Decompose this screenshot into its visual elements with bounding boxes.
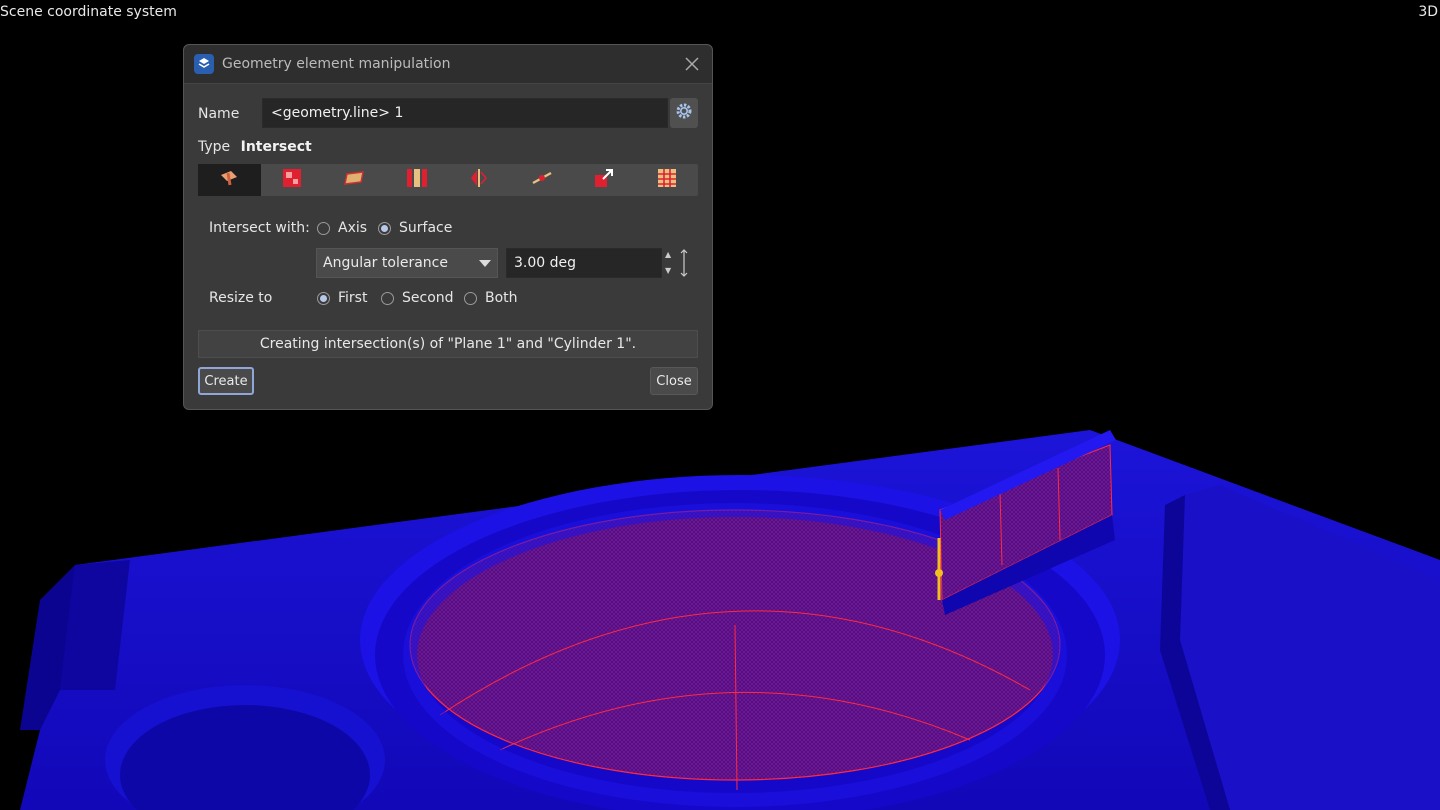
scene-coordinate-label: Scene coordinate system <box>0 4 177 20</box>
status-message: Creating intersection(s) of "Plane 1" an… <box>198 330 698 358</box>
intersect-with-label: Intersect with: <box>209 220 310 236</box>
grid-icon <box>656 168 678 192</box>
radio-axis[interactable]: Axis <box>317 220 367 236</box>
radio-surface-dot[interactable] <box>378 221 391 235</box>
line-through-icon <box>531 169 553 191</box>
tool-mirror[interactable] <box>448 164 511 196</box>
type-label: Type <box>198 139 231 155</box>
tool-plane[interactable] <box>323 164 386 196</box>
radio-both-dot[interactable] <box>464 291 477 305</box>
spin-down-icon[interactable]: ▼ <box>665 266 675 276</box>
type-value: Intersect <box>240 139 312 155</box>
tool-grid[interactable] <box>636 164 699 196</box>
view-mode-label[interactable]: 3D <box>1418 4 1438 20</box>
tolerance-value-input[interactable]: 3.00 deg <box>506 248 662 278</box>
tool-columns[interactable] <box>386 164 449 196</box>
radio-surface[interactable]: Surface <box>378 220 452 236</box>
radio-second-label: Second <box>402 290 454 306</box>
plane-icon <box>343 170 365 190</box>
chevron-down-icon <box>479 259 491 267</box>
tool-intersect[interactable] <box>198 164 261 196</box>
intersect-icon <box>219 169 239 191</box>
spin-up-icon[interactable]: ▲ <box>665 250 675 260</box>
type-row: Type Intersect <box>198 139 312 155</box>
radio-first[interactable]: First <box>317 290 367 306</box>
radio-first-dot[interactable] <box>317 291 330 305</box>
columns-icon <box>405 168 429 192</box>
tolerance-type-value: Angular tolerance <box>323 255 448 271</box>
mirror-icon <box>469 168 489 192</box>
radio-axis-label: Axis <box>338 220 368 236</box>
tool-squares[interactable] <box>261 164 324 196</box>
resize-to-label: Resize to <box>209 290 273 306</box>
tool-resize[interactable] <box>573 164 636 196</box>
geometry-manipulation-dialog: Geometry element manipulation Name <geom… <box>183 44 713 410</box>
tolerance-stepper[interactable]: ▲ ▼ <box>665 250 675 276</box>
gear-icon <box>675 102 693 124</box>
part-right-block <box>1180 485 1440 810</box>
tool-line-through[interactable] <box>511 164 574 196</box>
radio-both[interactable]: Both <box>464 290 518 306</box>
create-button[interactable]: Create <box>198 367 254 395</box>
resize-icon <box>594 168 614 192</box>
name-input[interactable]: <geometry.line> 1 <box>262 98 668 128</box>
radio-both-label: Both <box>485 290 518 306</box>
squares-icon <box>282 168 302 192</box>
app-logo-icon <box>194 54 214 74</box>
operation-toolbar <box>198 164 698 196</box>
name-label: Name <box>198 106 240 122</box>
radio-surface-label: Surface <box>399 220 453 236</box>
radio-axis-dot[interactable] <box>317 221 330 235</box>
close-icon[interactable] <box>682 54 702 74</box>
radio-second[interactable]: Second <box>381 290 454 306</box>
tolerance-type-select[interactable]: Angular tolerance <box>316 248 498 278</box>
range-icon[interactable] <box>679 248 689 282</box>
dialog-title: Geometry element manipulation <box>222 56 451 72</box>
radio-second-dot[interactable] <box>381 291 394 305</box>
settings-button[interactable] <box>670 98 698 128</box>
close-button[interactable]: Close <box>650 367 698 395</box>
radio-first-label: First <box>338 290 368 306</box>
dialog-titlebar[interactable]: Geometry element manipulation <box>184 45 712 84</box>
